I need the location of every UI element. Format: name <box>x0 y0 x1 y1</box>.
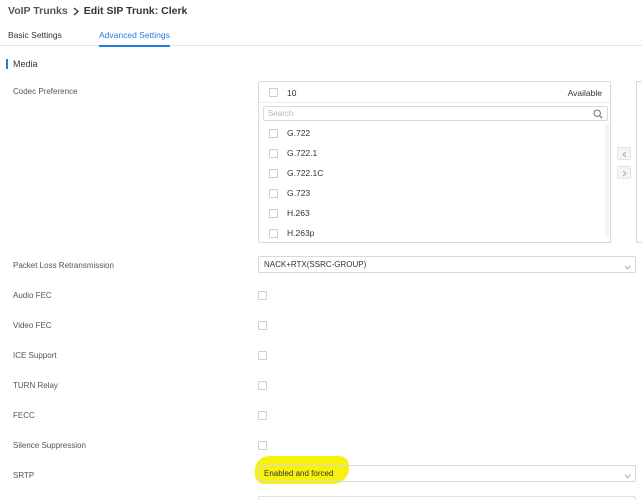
codec-search-input[interactable] <box>268 108 588 119</box>
list-item-label: H.263 <box>287 208 310 218</box>
list-scrollbar[interactable] <box>605 124 609 236</box>
codec-preference-label: Codec Preference <box>13 87 78 96</box>
list-item-label: H.263p <box>287 228 315 238</box>
packet-loss-label: Packet Loss Retransmission <box>13 261 114 270</box>
codec-search-box <box>263 106 608 121</box>
packet-loss-value: NACK+RTX(SSRC-GROUP) <box>264 260 367 269</box>
move-left-button[interactable] <box>617 147 631 160</box>
video-fec-label: Video FEC <box>13 321 52 330</box>
turn-relay-label: TURN Relay <box>13 381 58 390</box>
page-title: Edit SIP Trunk: Clerk <box>83 5 188 17</box>
srtp-value: Enabled and forced <box>264 469 334 478</box>
list-item-label: G.722 <box>287 128 311 138</box>
chevron-right-icon <box>622 170 627 177</box>
list-item[interactable]: H.263 <box>259 204 610 224</box>
silence-suppression-label: Silence Suppression <box>13 441 86 450</box>
turn-relay-checkbox[interactable] <box>258 381 267 390</box>
section-title-media: Media <box>13 59 38 69</box>
list-title-available: Available <box>567 88 602 98</box>
select-all-checkbox[interactable] <box>269 88 278 97</box>
breadcrumb: VoIP Trunks Edit SIP Trunk: Clerk <box>8 4 187 18</box>
list-item[interactable]: G.723 <box>259 184 610 204</box>
item-checkbox[interactable] <box>269 169 278 178</box>
tab-advanced-settings[interactable]: Advanced Settings <box>99 30 170 47</box>
next-field-select[interactable] <box>258 496 636 500</box>
item-checkbox[interactable] <box>269 129 278 138</box>
fecc-checkbox[interactable] <box>258 411 267 420</box>
list-item-label: G.722.1C <box>287 168 324 178</box>
list-item-label: G.722.1 <box>287 148 318 158</box>
list-item-label: G.723 <box>287 188 311 198</box>
breadcrumb-root-link[interactable]: VoIP Trunks <box>8 5 68 17</box>
item-checkbox[interactable] <box>269 149 278 158</box>
silence-suppression-checkbox[interactable] <box>258 441 267 450</box>
list-item[interactable]: G.722.1C <box>259 164 610 184</box>
codec-target-list <box>636 81 642 243</box>
item-checkbox[interactable] <box>269 189 278 198</box>
fecc-label: FECC <box>13 411 35 420</box>
settings-tabs: Basic Settings Advanced Settings <box>0 24 642 47</box>
tab-basic-settings[interactable]: Basic Settings <box>8 30 62 40</box>
chevron-left-icon <box>622 151 627 158</box>
srtp-label: SRTP <box>13 471 35 480</box>
list-item[interactable]: G.722 <box>259 124 610 144</box>
ice-support-checkbox[interactable] <box>258 351 267 360</box>
ice-support-label: ICE Support <box>13 351 57 360</box>
codec-selected-list: 10 Available G.722 G.722.1 G.722.1C G.72… <box>258 81 611 243</box>
chevron-right-icon <box>73 7 79 16</box>
section-accent-bar <box>6 59 8 69</box>
item-checkbox[interactable] <box>269 229 278 238</box>
chevron-down-icon <box>624 471 631 481</box>
chevron-down-icon <box>624 262 631 272</box>
audio-fec-checkbox[interactable] <box>258 291 267 300</box>
move-right-button[interactable] <box>617 166 631 179</box>
video-fec-checkbox[interactable] <box>258 321 267 330</box>
list-item[interactable]: H.263p <box>259 224 610 244</box>
list-header: 10 Available <box>259 82 610 103</box>
item-checkbox[interactable] <box>269 209 278 218</box>
list-item-count: 10 <box>287 88 297 98</box>
packet-loss-select[interactable]: NACK+RTX(SSRC-GROUP) <box>258 256 636 273</box>
srtp-select[interactable]: Enabled and forced <box>258 465 636 482</box>
list-item[interactable]: G.722.1 <box>259 144 610 164</box>
audio-fec-label: Audio FEC <box>13 291 52 300</box>
search-icon[interactable] <box>593 109 603 121</box>
